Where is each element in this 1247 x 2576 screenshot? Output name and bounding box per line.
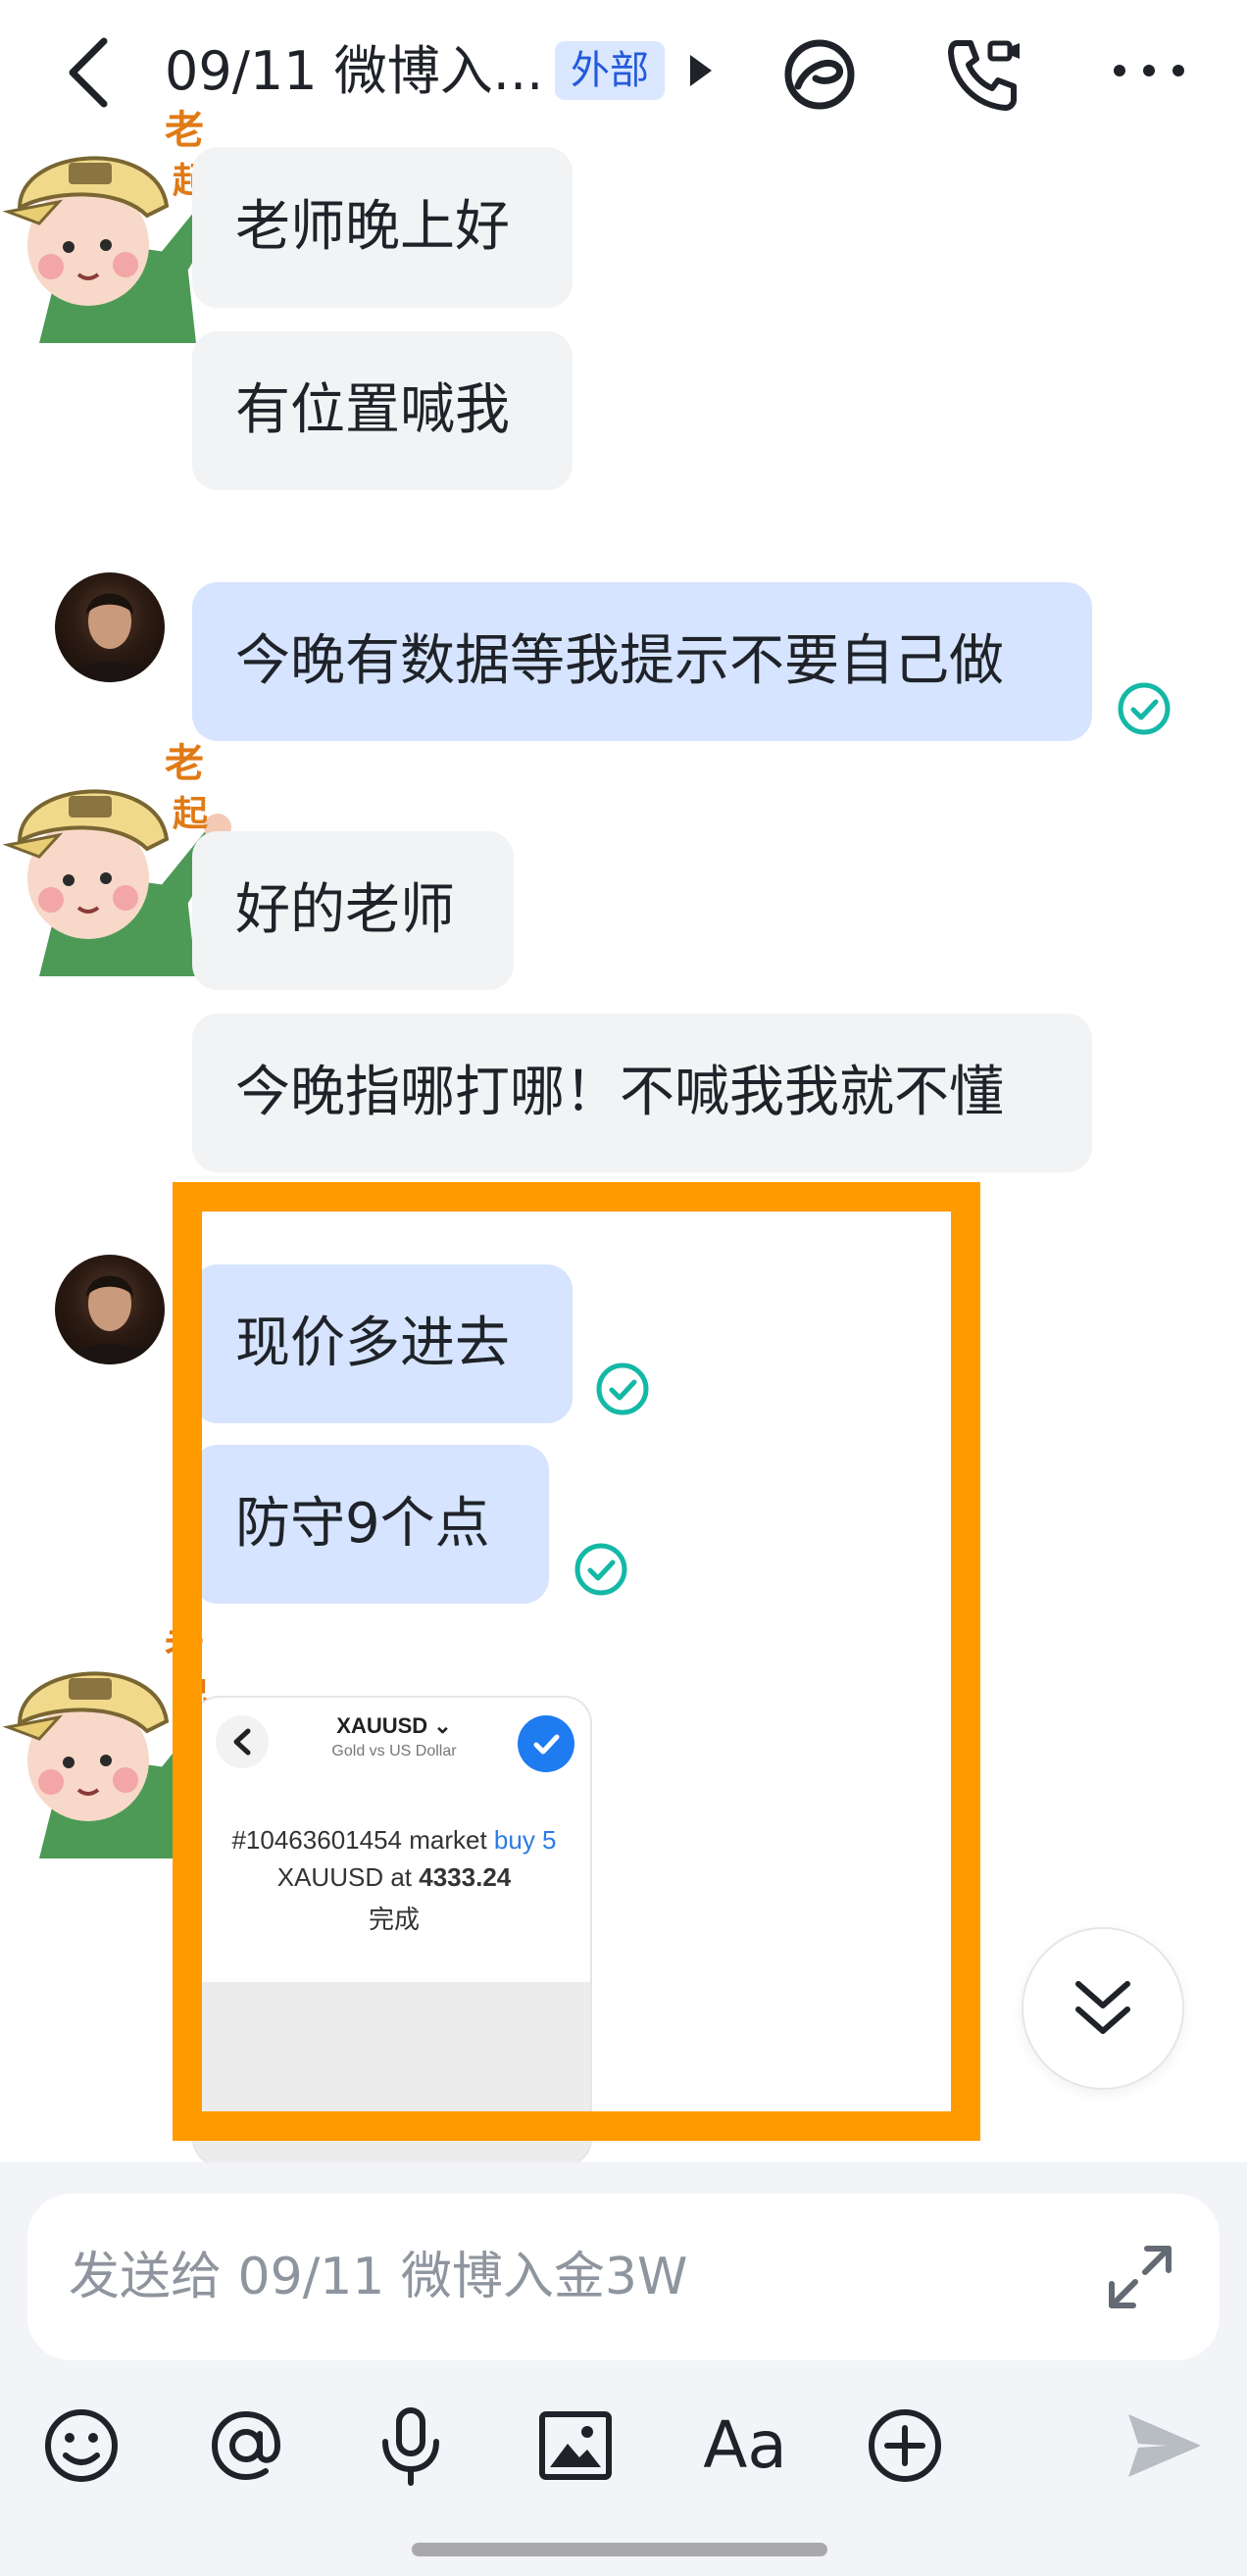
- voice-button[interactable]: [367, 2402, 455, 2490]
- svg-text:起: 起: [173, 794, 209, 834]
- emoji-button[interactable]: [37, 2402, 125, 2490]
- send-icon: [1128, 2414, 1201, 2477]
- microphone-icon: [382, 2407, 439, 2486]
- message-bubble[interactable]: 老师晚上好: [192, 147, 573, 308]
- message-bubble[interactable]: 好的老师: [192, 831, 514, 990]
- at-mention-icon: [211, 2410, 281, 2481]
- expand-icon[interactable]: [1104, 2241, 1176, 2313]
- read-check-icon: [596, 1362, 649, 1415]
- meeting-icon[interactable]: [780, 35, 859, 114]
- phone-video-call-icon[interactable]: [943, 33, 1025, 116]
- more-options-icon[interactable]: [1110, 61, 1188, 80]
- message-bubble[interactable]: 现价多进去: [192, 1264, 573, 1423]
- read-check-icon: [1118, 682, 1171, 735]
- card-check-icon: [518, 1715, 574, 1772]
- message-bubble[interactable]: 防守9个点: [192, 1445, 549, 1604]
- emoji-icon: [45, 2409, 118, 2482]
- text-format-button[interactable]: Aa: [696, 2402, 794, 2490]
- home-indicator: [412, 2543, 827, 2556]
- more-actions-button[interactable]: [861, 2402, 949, 2490]
- image-icon: [539, 2411, 612, 2480]
- price-line: XAUUSD at 4333.24: [276, 1862, 512, 1892]
- message-bubble[interactable]: 今晚指哪打哪！不喊我我就不懂: [192, 1014, 1092, 1172]
- plus-circle-icon: [869, 2409, 941, 2482]
- read-check-icon: [574, 1543, 627, 1596]
- card-footer: [194, 1982, 590, 2164]
- teacher-avatar[interactable]: [55, 572, 165, 682]
- play-triangle-icon[interactable]: [686, 51, 716, 90]
- double-chevron-down-icon: [1075, 1981, 1130, 2034]
- teacher-avatar[interactable]: [55, 1255, 165, 1364]
- svg-text:老: 老: [165, 108, 204, 153]
- font-format-icon: Aa: [703, 2407, 787, 2483]
- input-placeholder: 发送给 09/11 微博入金3W: [69, 2248, 688, 2306]
- status-line: 完成: [368, 1905, 420, 1934]
- message-bubble[interactable]: 今晚有数据等我提示不要自己做: [192, 582, 1092, 741]
- send-button[interactable]: [1120, 2402, 1208, 2490]
- image-button[interactable]: [531, 2402, 620, 2490]
- trade-screenshot-image[interactable]: XAUUSD ⌄ Gold vs US Dollar #10463601454 …: [192, 1696, 592, 2166]
- chat-title[interactable]: 09/11 微博入...: [165, 37, 543, 106]
- external-badge: 外部: [555, 41, 665, 100]
- svg-text:老: 老: [165, 1623, 204, 1668]
- chat-screen: 09/11 微博入... 外部 老 起 老师晚上好 有位置喊我 今晚有数据等我提…: [0, 0, 1247, 2576]
- order-line: #10463601454 market buy 5: [231, 1825, 557, 1855]
- person-avatar-icon: [69, 1275, 151, 1364]
- message-input[interactable]: 发送给 09/11 微博入金3W: [27, 2194, 1220, 2360]
- person-avatar-icon: [69, 593, 151, 682]
- composer-bar: 发送给 09/11 微博入金3W Aa: [0, 2162, 1247, 2576]
- scroll-to-bottom-button[interactable]: [1022, 1927, 1184, 2090]
- mention-button[interactable]: [202, 2402, 290, 2490]
- message-bubble[interactable]: 有位置喊我: [192, 331, 573, 490]
- svg-text:老: 老: [165, 741, 204, 786]
